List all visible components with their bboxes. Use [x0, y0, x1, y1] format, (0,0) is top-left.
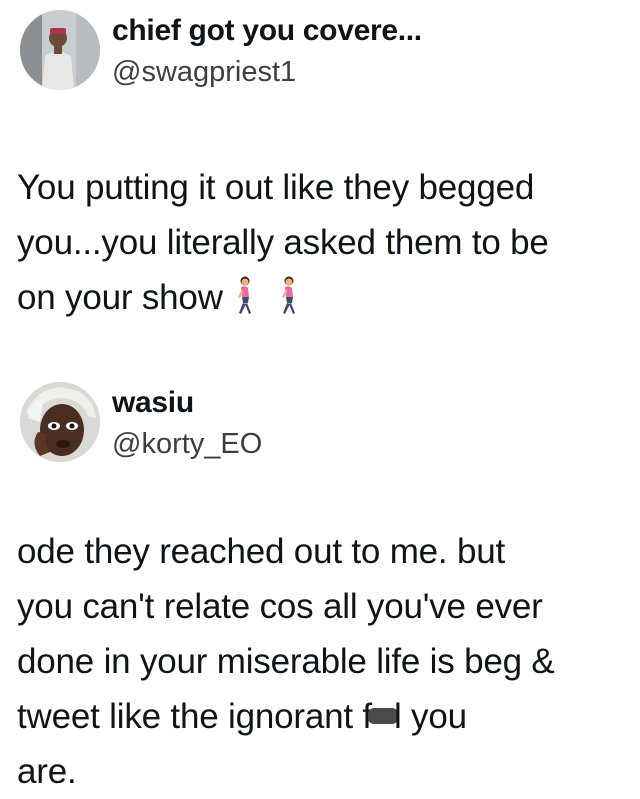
woman-walking-icon — [281, 276, 295, 314]
tweet-header: chief got you covere... @swagpriest1 — [20, 10, 620, 94]
tweet-text-segment: l you — [393, 697, 467, 736]
tweet-text-line: are. — [17, 752, 77, 791]
author-handle[interactable]: @swagpriest1 — [112, 56, 296, 89]
tweet-text-line: done in your miserable life is beg & — [17, 642, 555, 681]
tweet-text-segment: tweet like the ignorant f — [17, 697, 372, 736]
author-name[interactable]: wasiu — [112, 386, 194, 420]
tweet-text-line: tweet like the ignorant f l you — [17, 689, 627, 744]
tweet-text-line: you...you literally asked them to be — [17, 223, 549, 262]
tweet-header: wasiu @korty_EO — [20, 382, 620, 466]
profile-photo-icon — [20, 10, 100, 90]
woman-walking-icon — [237, 276, 251, 314]
tweet-text-line: you can't relate cos all you've ever — [17, 587, 543, 626]
tweet-text-segment: on your show — [17, 278, 223, 317]
tweet-text-line: on your show — [17, 270, 627, 325]
tweet-text-line: You putting it out like they begged — [17, 168, 535, 207]
avatar[interactable] — [20, 382, 100, 462]
tweet-text: ode they reached out to me. but you can'… — [17, 524, 627, 799]
profile-photo-icon — [20, 382, 100, 462]
author-name[interactable]: chief got you covere... — [112, 14, 422, 48]
tweet-text: You putting it out like they begged you.… — [17, 160, 627, 325]
avatar[interactable] — [20, 10, 100, 90]
tweet-text-line: ode they reached out to me. but — [17, 532, 506, 571]
author-handle[interactable]: @korty_EO — [112, 428, 262, 461]
